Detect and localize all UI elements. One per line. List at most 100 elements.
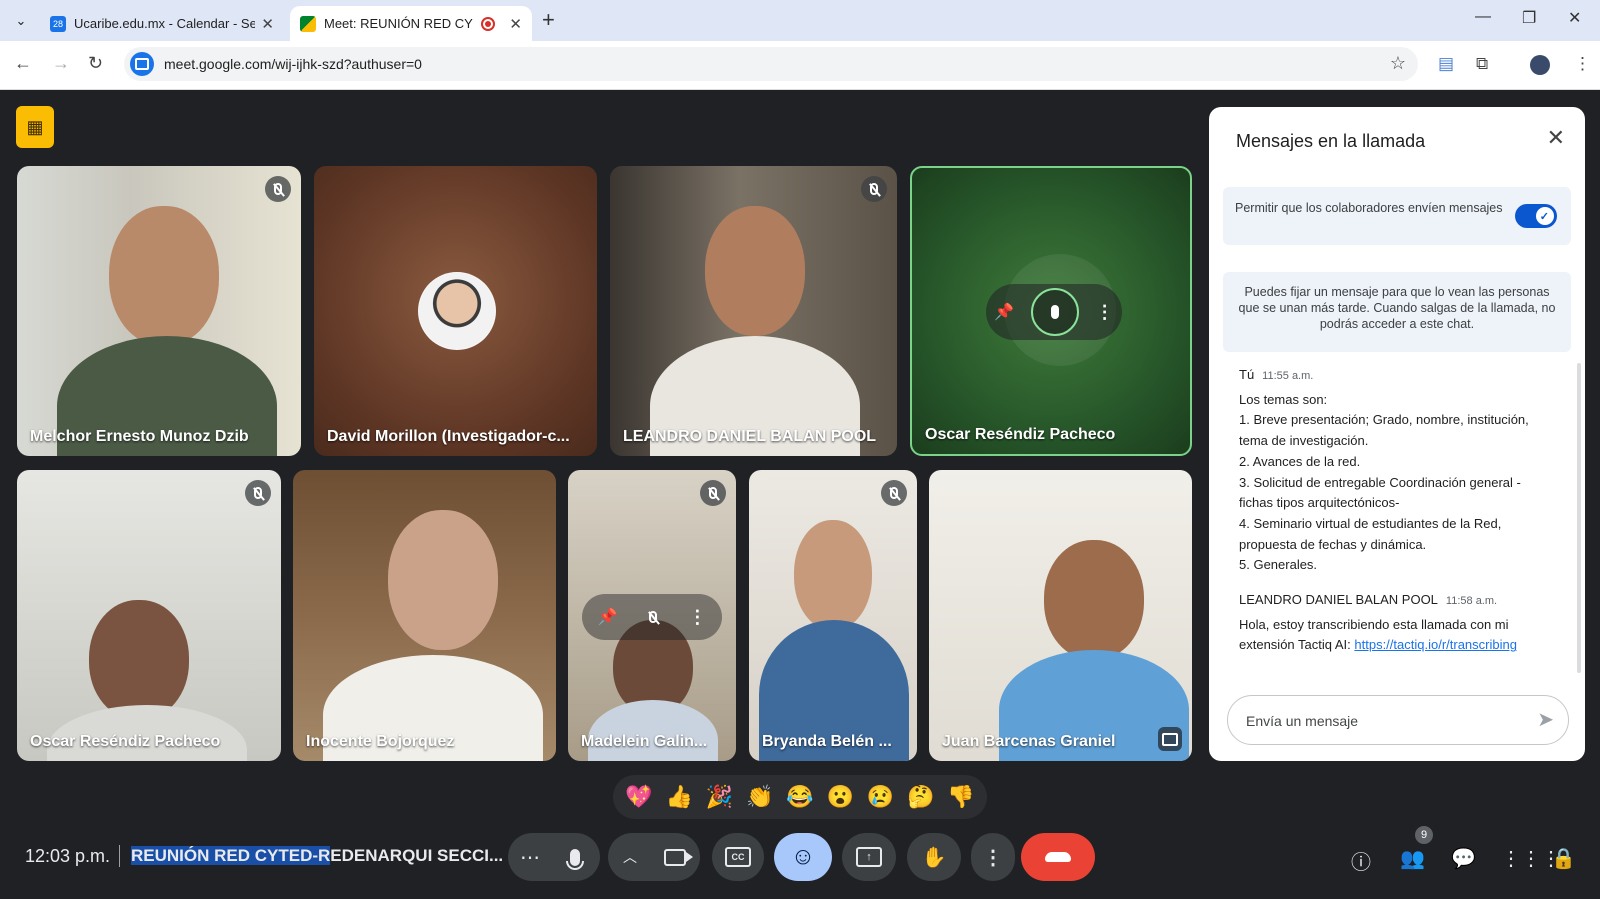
reaction-heart[interactable]: 💖: [625, 785, 652, 809]
reaction-thinking[interactable]: 🤔: [907, 785, 934, 809]
calendar-favicon-icon: 28: [50, 15, 66, 32]
browser-menu-icon[interactable]: ⋮: [1574, 54, 1591, 74]
message-time: 11:55 a.m.: [1262, 370, 1314, 382]
reaction-sad[interactable]: 😢: [867, 785, 894, 809]
more-options-button[interactable]: ⋮: [971, 833, 1015, 881]
camera-button[interactable]: [650, 833, 700, 881]
browser-tab-strip: ⌄ 28 Ucaribe.edu.mx - Calendar - Semana …: [0, 0, 1600, 41]
meeting-info-icon[interactable]: ⓘ: [1351, 846, 1371, 875]
video-options-button[interactable]: ︿: [608, 833, 652, 881]
permit-messages-toggle[interactable]: ✓: [1515, 204, 1557, 228]
muted-mic-icon: [648, 611, 657, 623]
message-line: tema de investigación.: [1239, 433, 1369, 449]
participant-tile[interactable]: Bryanda Belén ...: [749, 470, 917, 761]
more-options-icon[interactable]: ⋮: [688, 607, 706, 628]
tab-search-dropdown[interactable]: ⌄: [8, 8, 34, 34]
muted-mic-icon: [861, 176, 887, 202]
message-line: fichas tipos arquitectónicos-: [1239, 495, 1400, 511]
raise-hand-button[interactable]: ✋: [907, 833, 961, 881]
chat-message: Tú 11:55 a.m. Los temas son: 1. Breve pre…: [1239, 365, 1557, 576]
url-text[interactable]: meet.google.com/wij-ijhk-szd?authuser=0: [164, 56, 422, 72]
people-icon[interactable]: 👥: [1400, 846, 1425, 871]
minimize-icon[interactable]: —: [1475, 8, 1491, 26]
message-input[interactable]: [1244, 708, 1528, 734]
recording-indicator-icon: [481, 16, 496, 31]
message-line: 1. Breve presentación; Grado, nombre, in…: [1239, 412, 1529, 428]
leave-call-button[interactable]: [1021, 833, 1095, 881]
participant-video: [705, 206, 805, 336]
close-tab-icon[interactable]: ✕: [509, 15, 522, 33]
participant-tile[interactable]: Juan Barcenas Graniel: [929, 470, 1192, 761]
document-extension-icon[interactable]: ▤: [1438, 54, 1454, 74]
participant-tile[interactable]: Melchor Ernesto Munoz Dzib: [17, 166, 301, 456]
extensions-puzzle-icon[interactable]: ⧉: [1476, 54, 1488, 74]
send-icon[interactable]: ➤: [1537, 707, 1554, 732]
message-line: 2. Avances de la red.: [1239, 453, 1361, 469]
chat-icon[interactable]: 💬: [1451, 846, 1476, 871]
back-icon[interactable]: ←: [14, 53, 32, 74]
participant-video: [794, 520, 872, 630]
reaction-thumbs-up[interactable]: 👍: [666, 785, 693, 809]
reaction-laugh[interactable]: 😂: [786, 785, 813, 809]
new-tab-button[interactable]: +: [542, 8, 555, 32]
participant-name: LEANDRO DANIEL BALAN POOL: [623, 428, 877, 445]
present-screen-button[interactable]: ↑: [842, 833, 896, 881]
participant-tile-speaking[interactable]: 📌 ⋮ Oscar Reséndiz Pacheco: [910, 166, 1192, 456]
emoji-reactions-button[interactable]: ☺: [774, 833, 832, 881]
bookmark-star-icon[interactable]: ☆: [1390, 53, 1406, 74]
chat-scrollbar[interactable]: [1577, 363, 1581, 673]
meeting-clock: 12:03 p.m.: [25, 846, 111, 866]
host-controls-icon[interactable]: ▦: [16, 106, 54, 148]
emoji-icon: ☺: [790, 843, 816, 870]
reaction-surprised[interactable]: 😮: [827, 785, 854, 809]
participant-tile[interactable]: LEANDRO DANIEL BALAN POOL: [610, 166, 897, 456]
participant-tile[interactable]: David Morillon (Investigador-c...: [314, 166, 597, 456]
microphone-button[interactable]: [550, 833, 600, 881]
message-line: Los temas son:: [1239, 391, 1328, 407]
reload-icon[interactable]: ↻: [88, 53, 103, 74]
muted-mic-icon: [881, 480, 907, 506]
reaction-party[interactable]: 🎉: [706, 785, 733, 809]
message-sender: Tú: [1239, 367, 1255, 382]
participant-video: [388, 510, 498, 650]
close-tab-icon[interactable]: ✕: [261, 15, 274, 33]
muted-mic-icon: [245, 480, 271, 506]
chevron-up-icon: ︿: [623, 849, 637, 865]
participant-tile[interactable]: 📌 ⋮ Madelein Galin...: [568, 470, 736, 761]
participant-tile[interactable]: Inocente Bojorquez: [293, 470, 556, 761]
omnibox[interactable]: meet.google.com/wij-ijhk-szd?authuser=0 …: [124, 47, 1418, 81]
message-line: Hola, estoy transcribiendo esta llamada …: [1239, 616, 1509, 632]
tab-meet[interactable]: Meet: REUNIÓN RED CYTED-REDENARQUI ✕: [290, 6, 532, 41]
permit-messages-setting: Permitir que los colaboradores envíen me…: [1223, 187, 1571, 245]
message-line: 3. Solicitud de entregable Coordinación …: [1239, 474, 1521, 490]
participant-avatar: [418, 272, 496, 350]
tab-calendar[interactable]: 28 Ucaribe.edu.mx - Calendar - Semana ✕: [40, 6, 284, 41]
message-line: 5. Generales.: [1239, 557, 1318, 573]
message-composer: ➤: [1227, 695, 1569, 745]
participant-tile[interactable]: Oscar Reséndiz Pacheco: [17, 470, 281, 761]
more-options-icon[interactable]: ⋮: [1096, 302, 1114, 323]
participant-name: David Morillon (Investigador-c...: [327, 428, 570, 445]
tab-title: Ucaribe.edu.mx - Calendar - Semana: [74, 16, 256, 31]
audio-options-button[interactable]: ⋯: [508, 833, 552, 881]
captions-button[interactable]: CC: [712, 833, 764, 881]
site-info-icon[interactable]: [130, 52, 154, 76]
profile-avatar[interactable]: [1530, 55, 1550, 75]
close-panel-icon[interactable]: ✕: [1547, 125, 1565, 151]
meeting-title: REUNIÓN RED CYTED-REDENARQUI SECCI...: [131, 846, 503, 866]
picture-in-picture-icon[interactable]: [1158, 727, 1182, 751]
address-toolbar: ← → ↻ meet.google.com/wij-ijhk-szd?authu…: [0, 41, 1600, 90]
reaction-clap[interactable]: 👏: [746, 785, 773, 809]
chat-message: LEANDRO DANIEL BALAN POOL 11:58 a.m. Hola…: [1239, 590, 1557, 656]
forward-icon[interactable]: →: [52, 53, 70, 74]
chat-panel-title: Mensajes en la llamada: [1236, 131, 1426, 151]
host-controls-lock-icon[interactable]: 🔒: [1551, 846, 1576, 871]
pin-icon[interactable]: 📌: [598, 607, 618, 627]
transcribing-link[interactable]: https://tactiq.io/r/transcribing: [1354, 637, 1517, 652]
restore-icon[interactable]: ❐: [1522, 8, 1536, 28]
chat-messages: Tú 11:55 a.m. Los temas son: 1. Breve pre…: [1239, 365, 1557, 670]
close-window-icon[interactable]: ✕: [1568, 8, 1581, 28]
reaction-thumbs-down[interactable]: 👎: [947, 785, 974, 809]
pin-icon[interactable]: 📌: [994, 302, 1014, 322]
present-icon: ↑: [856, 847, 882, 867]
